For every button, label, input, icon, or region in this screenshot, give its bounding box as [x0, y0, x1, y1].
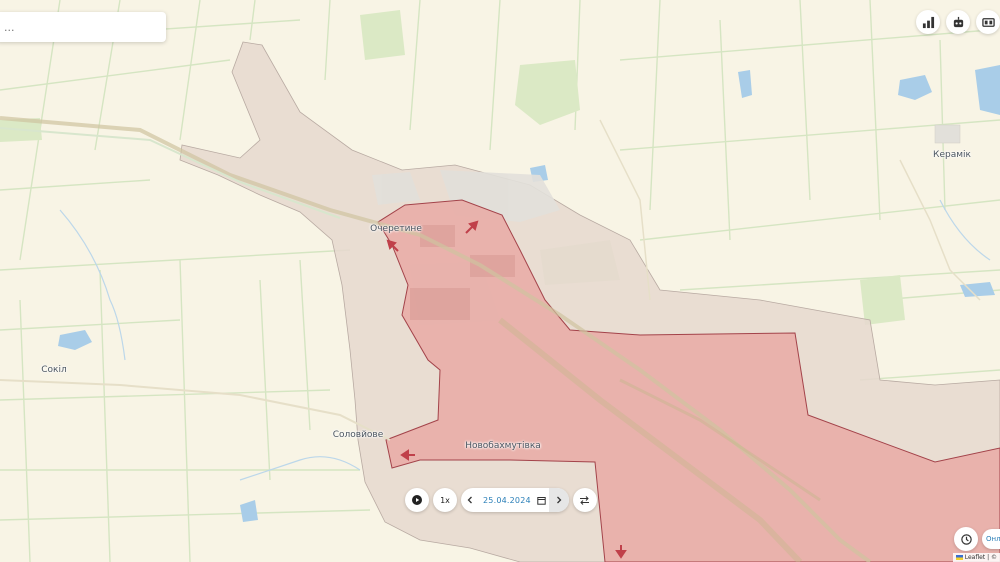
bot-button[interactable]	[946, 10, 970, 34]
chevron-right-icon	[556, 496, 562, 504]
map-container[interactable]: Очеретине Керамік Сокіл Соловйове Новоба…	[0, 0, 1000, 562]
bottom-right-controls: Онл	[954, 527, 1000, 551]
search-box[interactable]	[0, 12, 166, 42]
calendar-button[interactable]	[535, 488, 549, 512]
prev-date-button[interactable]	[461, 488, 479, 512]
place-label-sokil: Сокіл	[41, 365, 67, 375]
map-canvas[interactable]	[0, 0, 1000, 562]
map-attribution: Leaflet | ©	[952, 553, 1000, 562]
attribution-text[interactable]: Leaflet | ©	[965, 554, 997, 561]
swap-arrows-icon	[580, 495, 590, 505]
keramik-town	[934, 124, 961, 144]
play-icon	[412, 495, 422, 505]
language-toggle[interactable]: Онл	[982, 529, 1000, 549]
date-value[interactable]: 25.04.2024	[479, 488, 535, 512]
stats-button[interactable]	[916, 10, 940, 34]
top-right-toolbar	[916, 10, 1000, 34]
place-label-keramik: Керамік	[933, 150, 971, 160]
timeline-controls: 1x 25.04.2024	[405, 488, 597, 512]
ukraine-flag-icon	[955, 555, 963, 560]
chevron-left-icon	[467, 496, 472, 504]
display-button[interactable]	[976, 10, 1000, 34]
speed-button[interactable]: 1x	[433, 488, 457, 512]
screen-icon	[981, 17, 995, 27]
search-input[interactable]	[2, 19, 166, 35]
next-date-button[interactable]	[548, 488, 569, 512]
play-button[interactable]	[405, 488, 429, 512]
place-label-novobakhmutivka: Новобахмутівка	[465, 441, 541, 451]
place-label-solovyove: Соловйове	[332, 430, 384, 440]
robot-icon	[953, 16, 963, 27]
bar-chart-icon	[922, 16, 934, 28]
place-label-ocheretyne: Очеретине	[370, 224, 422, 234]
date-selector: 25.04.2024	[461, 488, 569, 512]
calendar-icon	[537, 496, 547, 505]
speed-label: 1x	[440, 495, 450, 505]
history-icon	[960, 533, 972, 545]
history-button[interactable]	[954, 527, 978, 551]
swap-button[interactable]	[572, 488, 597, 512]
